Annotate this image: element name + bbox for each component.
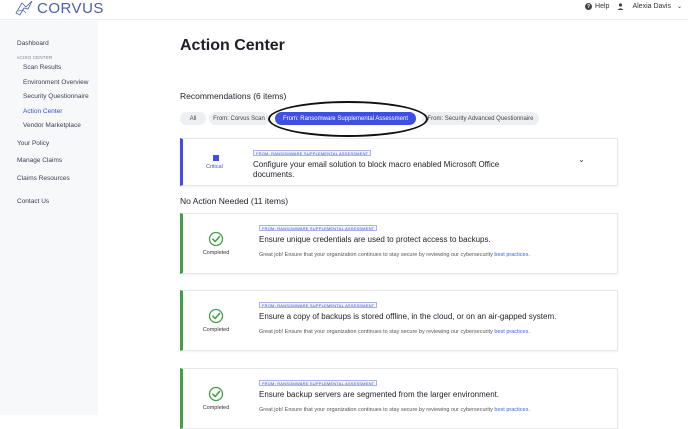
completed-card[interactable]: Completed FROM: RANSOMWARE SUPPLEMENTAL … [180, 213, 618, 274]
best-practices-link[interactable]: best practices. [494, 252, 529, 258]
status-label: Completed [202, 327, 230, 333]
chevron-down-icon[interactable]: ⌄ [578, 155, 585, 164]
check-circle-icon [208, 386, 224, 402]
main-content: Action Center Recommendations (6 items) … [98, 21, 688, 429]
sidebar-item-security-questionnaire[interactable]: Security Questionnaire [23, 93, 89, 100]
filter-chip-all[interactable]: All [180, 112, 206, 125]
status-label: Completed [202, 250, 230, 256]
completed-description: Great job! Ensure that your organization… [259, 252, 530, 258]
severity-label: Critical [206, 164, 223, 170]
completed-description: Great job! Ensure that your organization… [259, 329, 530, 335]
sidebar-section-vciso: vCISO CENTER [17, 55, 53, 60]
page-title: Action Center [180, 37, 285, 54]
filter-chip-security-advanced[interactable]: From: Security Advanced Questionnaire [422, 112, 539, 125]
user-name[interactable]: Alexia Davis [632, 3, 671, 10]
best-practices-link[interactable]: best practices. [494, 329, 529, 335]
description-text: Great job! Ensure that your organization… [259, 407, 493, 413]
recommendations-heading: Recommendations (6 items) [180, 91, 287, 101]
completed-card[interactable]: Completed FROM: RANSOMWARE SUPPLEMENTAL … [180, 290, 618, 351]
corvus-logo[interactable]: CORVUS [14, 0, 104, 17]
no-action-heading: No Action Needed (11 items) [180, 196, 289, 206]
check-circle-icon [208, 308, 224, 324]
recommendation-title-line2: documents. [253, 170, 295, 179]
completed-card[interactable]: Completed FROM: RANSOMWARE SUPPLEMENTAL … [180, 368, 618, 429]
sidebar: Dashboard vCISO CENTER Scan Results Envi… [0, 21, 98, 415]
source-badge: FROM: RANSOMWARE SUPPLEMENTAL ASSESSMENT [259, 380, 378, 386]
filter-chip-corvus-scan[interactable]: From: Corvus Scan [209, 112, 269, 125]
completed-description: Great job! Ensure that your organization… [259, 407, 530, 413]
sidebar-item-scan-results[interactable]: Scan Results [23, 64, 61, 71]
sidebar-item-vendor-marketplace[interactable]: Vendor Marketplace [23, 122, 81, 129]
completed-title: Ensure unique credentials are used to pr… [259, 235, 491, 244]
best-practices-link[interactable]: best practices. [494, 407, 529, 413]
sidebar-item-contact-us[interactable]: Contact Us [17, 198, 49, 205]
help-icon[interactable]: ? [585, 3, 593, 10]
check-circle-icon [208, 231, 224, 247]
sidebar-item-your-policy[interactable]: Your Policy [17, 140, 49, 147]
description-text: Great job! Ensure that your organization… [259, 329, 493, 335]
source-badge: FROM: RANSOMWARE SUPPLEMENTAL ASSESSMENT [259, 302, 378, 308]
status-label: Completed [202, 405, 230, 411]
brand-name: CORVUS [37, 0, 104, 17]
completed-title: Ensure a copy of backups is stored offli… [259, 312, 557, 321]
description-text: Great job! Ensure that your organization… [259, 252, 493, 258]
header-actions: ? Help Alexia Davis ⌄ [585, 3, 682, 10]
sidebar-item-action-center[interactable]: Action Center [23, 108, 62, 115]
recommendation-title-line1: Configure your email solution to block m… [253, 160, 500, 169]
sidebar-item-manage-claims[interactable]: Manage Claims [17, 157, 62, 164]
critical-severity-icon [213, 155, 219, 161]
sidebar-item-dashboard[interactable]: Dashboard [17, 40, 49, 47]
sidebar-item-environment-overview[interactable]: Environment Overview [23, 79, 88, 86]
highlight-annotation-oval [268, 101, 428, 137]
completed-title: Ensure backup servers are segmented from… [259, 390, 500, 399]
user-icon[interactable] [617, 3, 624, 10]
top-bar: CORVUS ? Help Alexia Davis ⌄ [0, 0, 688, 20]
chevron-down-icon[interactable]: ⌄ [677, 3, 682, 10]
help-link[interactable]: Help [595, 3, 609, 10]
corvus-bird-icon [15, 0, 33, 16]
sidebar-item-claims-resources[interactable]: Claims Resources [17, 175, 70, 182]
recommendation-card[interactable]: Critical FROM: RANSOMWARE SUPPLEMENTAL A… [180, 138, 618, 186]
source-badge: FROM: RANSOMWARE SUPPLEMENTAL ASSESSMENT [253, 150, 372, 156]
source-badge: FROM: RANSOMWARE SUPPLEMENTAL ASSESSMENT [259, 225, 378, 231]
